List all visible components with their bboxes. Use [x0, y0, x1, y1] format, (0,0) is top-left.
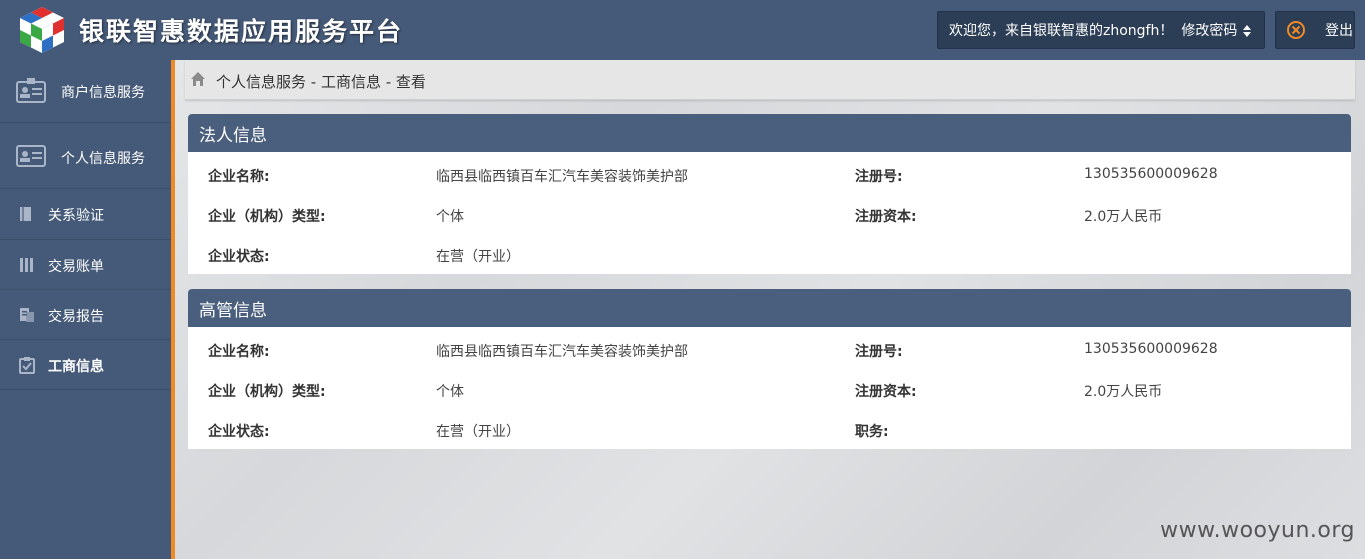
bookmark-icon — [20, 207, 31, 221]
breadcrumb-text: 个人信息服务 - 工商信息 - 查看 — [216, 73, 426, 91]
logout-label: 登出 — [1325, 23, 1353, 39]
breadcrumb: 个人信息服务 - 工商信息 - 查看 — [185, 60, 1355, 100]
field-label: 职务: — [855, 424, 889, 440]
top-header: 银联智惠数据应用服务平台 欢迎您，来自银联智惠的zhongfh！ 修改密码 登出 — [0, 0, 1365, 60]
sidebar-item-label: 商户信息服务 — [61, 85, 145, 101]
home-icon — [191, 72, 205, 86]
sidebar-item-label: 个人信息服务 — [61, 151, 145, 167]
field-value: 个体 — [436, 209, 464, 225]
watermark: www.wooyun.org — [1160, 518, 1355, 543]
panel-title: 法人信息 — [188, 114, 1351, 152]
app-title: 银联智惠数据应用服务平台 — [79, 17, 404, 46]
field-value: 在营（开业） — [436, 249, 520, 265]
sidebar-item-label: 关系验证 — [48, 208, 104, 224]
sidebar-item-merchant-info[interactable]: 商户信息服务 — [0, 60, 171, 123]
user-menu-dropdown[interactable]: 欢迎您，来自银联智惠的zhongfh！ 修改密码 — [937, 11, 1265, 49]
sidebar-item-label: 交易报告 — [48, 309, 104, 325]
panel-body: 企业名称: 临西县临西镇百车汇汽车美容装饰美护部 注册号: 1305356000… — [188, 152, 1351, 274]
close-circle-icon — [1287, 21, 1305, 39]
field-label: 企业名称: — [208, 169, 270, 185]
columns-icon — [20, 258, 33, 272]
id-card-icon — [16, 145, 46, 167]
logout-button[interactable]: 登出 — [1275, 11, 1355, 49]
sidebar-item-transaction-bill[interactable]: 交易账单 — [0, 240, 171, 290]
change-password-link[interactable]: 修改密码 — [1181, 20, 1237, 40]
sidebar-item-personal-info[interactable]: 个人信息服务 — [0, 123, 171, 189]
merchant-card-icon — [16, 78, 46, 103]
field-label: 注册号: — [855, 169, 903, 185]
field-label: 注册号: — [855, 344, 903, 360]
report-icon — [20, 308, 34, 322]
executive-panel: 高管信息 企业名称: 临西县临西镇百车汇汽车美容装饰美护部 注册号: 13053… — [188, 289, 1351, 449]
sidebar: 商户信息服务 个人信息服务 关系验证 交易账单 交易报告 工商信息 — [0, 60, 171, 559]
main-content: 个人信息服务 - 工商信息 - 查看 法人信息 企业名称: 临西县临西镇百车汇汽… — [175, 60, 1365, 559]
field-value: 130535600009628 — [1084, 166, 1218, 182]
field-label: 企业（机构）类型: — [208, 209, 326, 225]
field-label: 企业（机构）类型: — [208, 384, 326, 400]
clipboard-icon — [19, 357, 35, 374]
field-label: 企业状态: — [208, 249, 270, 265]
field-value: 临西县临西镇百车汇汽车美容装饰美护部 — [436, 169, 688, 185]
sidebar-item-transaction-report[interactable]: 交易报告 — [0, 290, 171, 340]
field-label: 企业状态: — [208, 424, 270, 440]
field-value: 临西县临西镇百车汇汽车美容装饰美护部 — [436, 344, 688, 360]
panel-body: 企业名称: 临西县临西镇百车汇汽车美容装饰美护部 注册号: 1305356000… — [188, 327, 1351, 449]
sidebar-item-relation-verify[interactable]: 关系验证 — [0, 189, 171, 240]
field-value: 130535600009628 — [1084, 341, 1218, 357]
legal-person-panel: 法人信息 企业名称: 临西县临西镇百车汇汽车美容装饰美护部 注册号: 13053… — [188, 114, 1351, 274]
sidebar-item-label: 工商信息 — [48, 359, 104, 375]
field-label: 注册资本: — [855, 209, 917, 225]
panel-title: 高管信息 — [188, 289, 1351, 327]
field-label: 企业名称: — [208, 344, 270, 360]
field-label: 注册资本: — [855, 384, 917, 400]
field-value: 个体 — [436, 384, 464, 400]
field-value: 2.0万人民币 — [1084, 209, 1163, 225]
welcome-text: 欢迎您，来自银联智惠的zhongfh！ — [949, 23, 1174, 39]
sidebar-item-label: 交易账单 — [48, 259, 104, 275]
cube-logo-icon — [20, 7, 64, 53]
dropdown-arrows-icon — [1243, 25, 1251, 37]
sidebar-item-business-info[interactable]: 工商信息 — [0, 340, 171, 390]
field-value: 在营（开业） — [436, 424, 520, 440]
field-value: 2.0万人民币 — [1084, 384, 1163, 400]
